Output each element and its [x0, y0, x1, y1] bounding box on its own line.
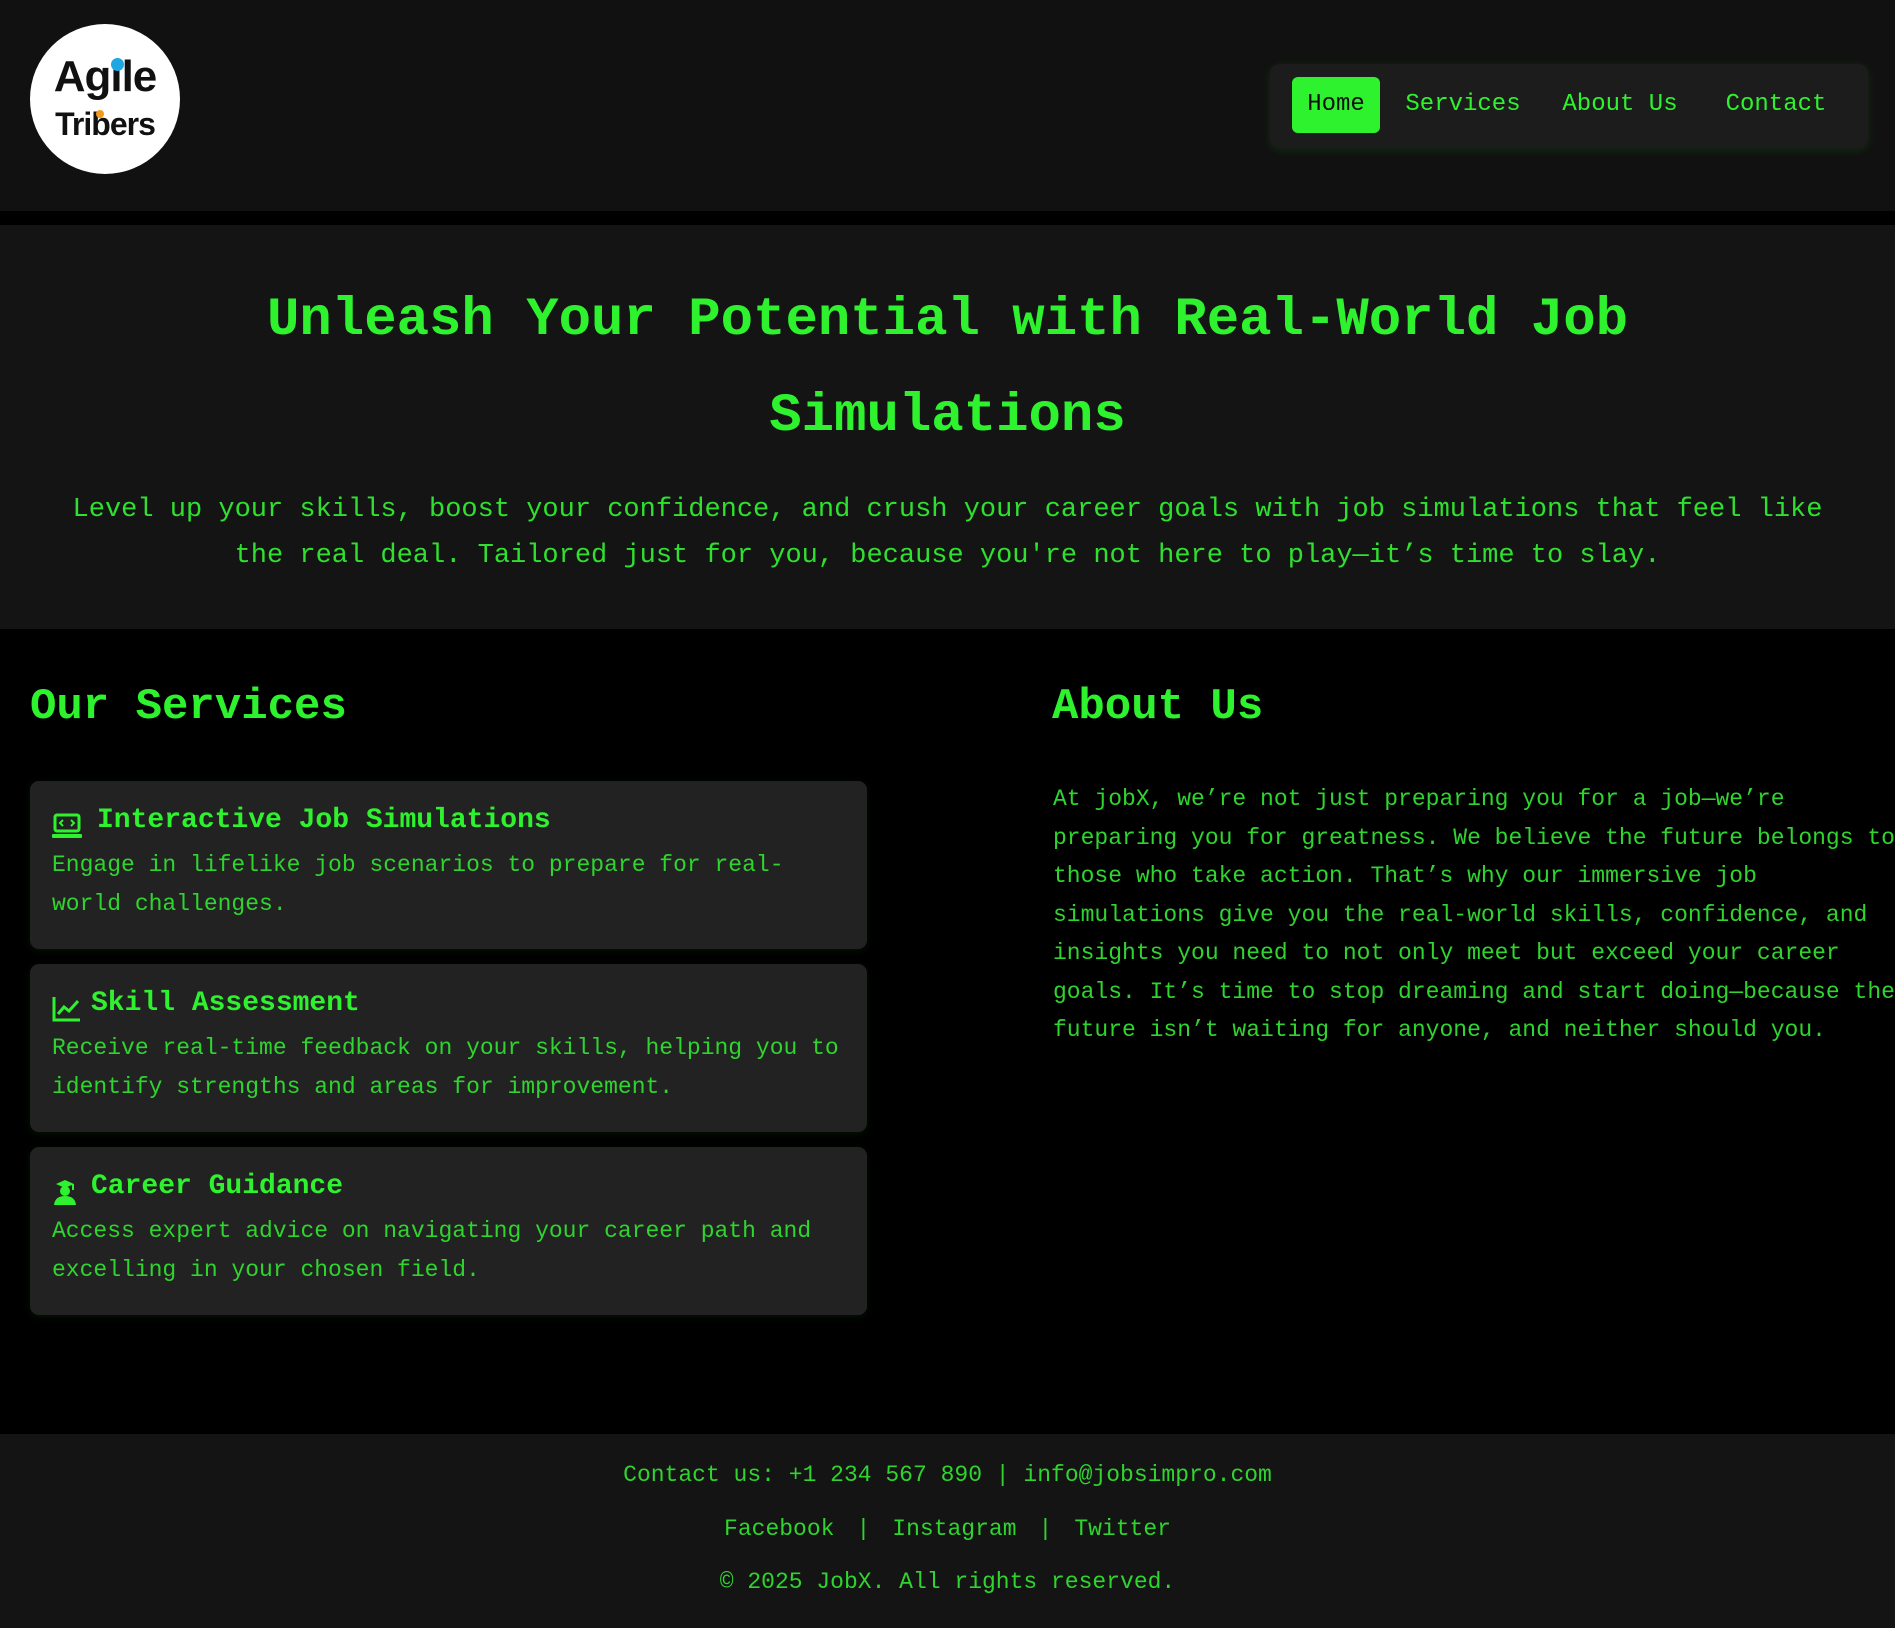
site-header: Agile Tribers Home Services About Us Con…	[0, 0, 1895, 211]
site-footer: Contact us: +1 234 567 890 | info@jobsim…	[0, 1434, 1895, 1628]
hero-subtitle: Level up your skills, boost your confide…	[0, 487, 1895, 579]
facebook-link[interactable]: Facebook	[724, 1516, 834, 1542]
social-separator: |	[1038, 1516, 1053, 1542]
services-heading: Our Services	[30, 682, 347, 732]
service-card-simulations: Interactive Job Simulations Engage in li…	[30, 781, 867, 949]
logo-word-tribers: Tribers	[55, 106, 156, 142]
hero-section: Unleash Your Potential with Real-World J…	[0, 225, 1895, 629]
footer-contact: Contact us: +1 234 567 890 | info@jobsim…	[623, 1462, 1272, 1488]
footer-social-links: Facebook | Instagram | Twitter	[0, 1516, 1895, 1542]
hero-title: Unleash Your Potential with Real-World J…	[266, 290, 1629, 447]
laptop-code-icon	[52, 813, 82, 838]
twitter-link[interactable]: Twitter	[1074, 1516, 1171, 1542]
service-title: Skill Assessment	[91, 988, 360, 1019]
hero-subtitle-line-2: the real deal. Tailored just for you, be…	[234, 541, 1661, 571]
service-card-assessment: Skill Assessment Receive real-time feedb…	[30, 964, 867, 1132]
instagram-link[interactable]: Instagram	[892, 1516, 1016, 1542]
nav-services[interactable]: Services	[1398, 77, 1528, 133]
header-divider	[0, 211, 1895, 225]
agile-tribers-logo[interactable]: Agile Tribers	[30, 24, 180, 174]
main-nav: Home Services About Us Contact	[1270, 64, 1868, 148]
nav-home[interactable]: Home	[1292, 77, 1380, 133]
social-separator: |	[856, 1516, 871, 1542]
hero-subtitle-line-1: Level up your skills, boost your confide…	[72, 495, 1823, 525]
logo-dot-blue	[111, 58, 124, 71]
nav-contact[interactable]: Contact	[1706, 77, 1846, 133]
service-description: Engage in lifelike job scenarios to prep…	[52, 852, 784, 917]
nav-about-us[interactable]: About Us	[1556, 77, 1684, 133]
graduate-icon	[54, 1180, 76, 1205]
service-description: Receive real-time feedback on your skill…	[52, 1035, 839, 1100]
service-title: Career Guidance	[91, 1171, 344, 1202]
chart-line-icon	[52, 997, 80, 1022]
footer-copyright: © 2025 JobX. All rights reserved.	[719, 1569, 1176, 1595]
service-card-guidance: Career Guidance Access expert advice on …	[30, 1147, 867, 1315]
about-text: At jobX, we’re not just preparing you fo…	[1053, 786, 1895, 1043]
logo-word-agile: Agile	[53, 52, 158, 101]
about-heading: About Us	[1052, 682, 1264, 732]
logo-dot-orange	[96, 110, 104, 118]
service-title: Interactive Job Simulations	[97, 805, 551, 836]
service-description: Access expert advice on navigating your …	[52, 1218, 812, 1283]
